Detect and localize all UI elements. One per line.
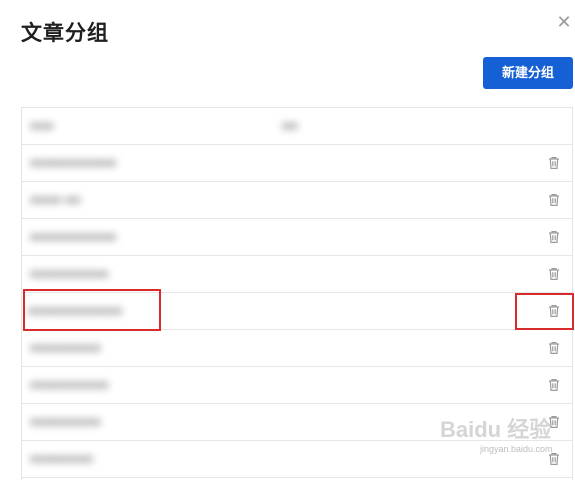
header-cell-count: ■■	[282, 118, 298, 133]
group-name: ■■■■ ■■	[30, 192, 81, 207]
trash-icon[interactable]	[546, 340, 562, 356]
group-name: ■■■■■■■■■■■	[30, 229, 117, 244]
table-header-row: ■■■ ■■	[22, 108, 572, 145]
baidu-watermark: Baidu 经验	[440, 417, 552, 442]
close-icon[interactable]: ✕	[556, 13, 572, 31]
group-name: ■■■■■■■■■■■	[30, 155, 117, 170]
table-row: ■■■■■■■■■■■■	[22, 293, 572, 330]
new-group-button[interactable]: 新建分组	[483, 57, 573, 89]
article-group-dialog: 文章分组 ✕ 新建分组 ■■■ ■■ ■■■■■■■■■■■ ■■■■ ■■ ■■■…	[0, 0, 575, 480]
group-name: ■■■■■■■■■	[30, 340, 101, 355]
group-name: ■■■■■■■■■■	[30, 377, 109, 392]
trash-icon[interactable]	[546, 303, 562, 319]
trash-icon[interactable]	[546, 377, 562, 393]
table-row: ■■■■■■■■■■■	[22, 219, 572, 256]
group-name: ■■■■■■■■■■	[30, 266, 109, 281]
trash-icon[interactable]	[546, 192, 562, 208]
table-row: ■■■■ ■■	[22, 182, 572, 219]
table-row: ■■■■■■■■■■	[22, 367, 572, 404]
table-row: ■■■■■■■■■	[22, 330, 572, 367]
table-row: ■■■■■■■■■■■	[22, 145, 572, 182]
trash-icon[interactable]	[546, 155, 562, 171]
watermark-url: jingyan.baidu.com	[480, 444, 553, 454]
group-name: ■■■■■■■■■	[30, 414, 101, 429]
group-name: ■■■■■■■■	[30, 451, 93, 466]
trash-icon[interactable]	[546, 266, 562, 282]
header-cell-name: ■■■	[30, 118, 54, 133]
dialog-title: 文章分组	[21, 22, 109, 45]
trash-icon[interactable]	[546, 229, 562, 245]
table-row: ■■■■■■■■■■	[22, 256, 572, 293]
group-name: ■■■■■■■■■■■■	[28, 303, 123, 318]
